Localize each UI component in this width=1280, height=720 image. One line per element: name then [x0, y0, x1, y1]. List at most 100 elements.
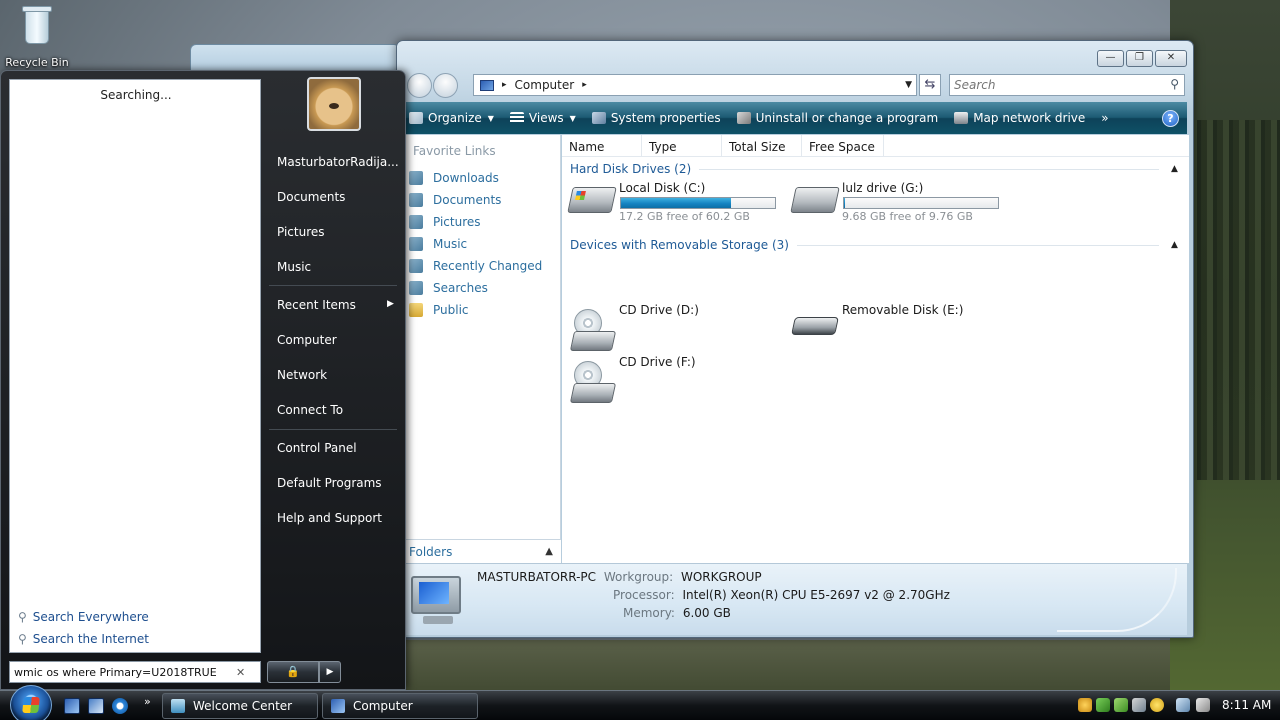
- group-removable-storage[interactable]: Devices with Removable Storage (3) ▲: [562, 235, 1189, 255]
- drive-item[interactable]: CD Drive (D:): [562, 301, 787, 351]
- start-item-control-panel[interactable]: Control Panel: [277, 441, 357, 455]
- recycle-bin-shortcut[interactable]: Recycle Bin: [4, 4, 70, 69]
- network-icon[interactable]: [1096, 698, 1110, 712]
- search-icon[interactable]: ⚲: [1170, 77, 1179, 91]
- organize-menu[interactable]: Organize ▼: [401, 102, 502, 134]
- drive-item[interactable]: lulz drive (G:) 9.68 GB free of 9.76 GB: [785, 179, 1010, 223]
- internet-explorer-icon[interactable]: [112, 698, 128, 714]
- show-desktop-icon[interactable]: [64, 698, 80, 714]
- minimize-button[interactable]: —: [1097, 50, 1124, 67]
- navigation-pane: Favorite Links Downloads Documents Pictu…: [401, 135, 561, 561]
- fav-link-documents[interactable]: Documents: [401, 189, 560, 211]
- start-item-help-support[interactable]: Help and Support: [277, 511, 382, 525]
- start-item-documents[interactable]: Documents: [277, 190, 345, 204]
- start-button[interactable]: [10, 685, 52, 720]
- start-item-recent-items[interactable]: Recent Items: [277, 298, 356, 312]
- device-icon[interactable]: [1132, 698, 1146, 712]
- views-menu[interactable]: Views ▼: [502, 102, 584, 134]
- column-type[interactable]: Type: [642, 135, 722, 156]
- close-button[interactable]: ✕: [1155, 50, 1187, 67]
- start-item-default-programs[interactable]: Default Programs: [277, 476, 382, 490]
- breadcrumb-arrow-icon[interactable]: ▸: [502, 80, 507, 90]
- taskbar-button-computer[interactable]: Computer: [322, 693, 478, 719]
- column-name[interactable]: Name: [562, 135, 642, 156]
- drive-free-space: 9.68 GB free of 9.76 GB: [842, 210, 973, 223]
- search-field[interactable]: ⚲: [949, 74, 1185, 96]
- chevron-up-icon[interactable]: ▲: [1171, 164, 1181, 174]
- search-everywhere-link[interactable]: ⚲ Search Everywhere: [18, 610, 149, 624]
- start-item-music[interactable]: Music: [277, 260, 311, 274]
- breadcrumb-computer[interactable]: Computer: [515, 78, 575, 92]
- chevron-up-icon[interactable]: ▲: [1171, 240, 1181, 250]
- group-title: Devices with Removable Storage (3): [570, 238, 789, 252]
- breadcrumb-arrow-icon[interactable]: ▸: [582, 80, 587, 90]
- chevron-up-icon: ▲: [545, 546, 553, 557]
- notification-icon[interactable]: [1150, 698, 1164, 712]
- menu-divider: [269, 285, 397, 286]
- fav-link-recently-changed[interactable]: Recently Changed: [401, 255, 560, 277]
- start-search-input[interactable]: [10, 662, 232, 682]
- drive-item[interactable]: CD Drive (F:): [562, 353, 787, 403]
- decorative-swoosh: [1057, 568, 1177, 632]
- group-hard-disk-drives[interactable]: Hard Disk Drives (2) ▲: [562, 159, 1189, 179]
- drive-usage-fill: [621, 198, 731, 208]
- help-icon[interactable]: ?: [1162, 109, 1179, 127]
- quicklaunch-more[interactable]: »: [144, 695, 151, 708]
- folders-toggle[interactable]: Folders ▲: [401, 539, 561, 563]
- fav-link-downloads[interactable]: Downloads: [401, 167, 560, 189]
- music-icon: [409, 237, 423, 251]
- start-item-user[interactable]: MasturbatorRadija...: [277, 155, 399, 169]
- start-search-box[interactable]: ✕: [9, 661, 261, 683]
- shield-icon[interactable]: [1078, 698, 1092, 712]
- fav-link-public[interactable]: Public: [401, 299, 560, 321]
- power-options-arrow[interactable]: ▶: [319, 661, 341, 683]
- user-avatar[interactable]: [307, 77, 361, 131]
- views-icon: [509, 112, 524, 124]
- start-item-pictures[interactable]: Pictures: [277, 225, 325, 239]
- drive-name: Local Disk (C:): [619, 181, 706, 195]
- fav-link-label: Downloads: [433, 171, 499, 185]
- drive-item[interactable]: Removable Disk (E:): [785, 301, 1010, 345]
- fav-link-searches[interactable]: Searches: [401, 277, 560, 299]
- maximize-button[interactable]: ❐: [1126, 50, 1153, 67]
- pictures-icon: [409, 215, 423, 229]
- folder-icon: [409, 303, 423, 317]
- more-commands-button[interactable]: »: [1093, 102, 1116, 134]
- switch-windows-icon[interactable]: [88, 698, 104, 714]
- search-status: Searching...: [100, 88, 172, 102]
- volume-muted-icon[interactable]: [1196, 698, 1210, 712]
- refresh-icon[interactable]: ⇆: [919, 74, 941, 96]
- security-icon[interactable]: [1114, 698, 1128, 712]
- desktop-tree-foliage: [1185, 120, 1280, 480]
- drive-name: lulz drive (G:): [842, 181, 924, 195]
- start-item-connect-to[interactable]: Connect To: [277, 403, 343, 417]
- column-free-space[interactable]: Free Space: [802, 135, 884, 156]
- clear-icon[interactable]: ✕: [236, 666, 245, 679]
- monitor-icon[interactable]: [1176, 698, 1190, 712]
- processor-label: Processor:: [613, 588, 675, 602]
- map-network-drive-button[interactable]: Map network drive: [946, 102, 1093, 134]
- forward-button[interactable]: [433, 73, 458, 98]
- address-bar[interactable]: ▸ Computer ▸ ▼: [473, 74, 917, 96]
- search-input[interactable]: [950, 75, 1150, 95]
- computer-icon: [331, 699, 345, 713]
- taskbar-button-welcome-center[interactable]: Welcome Center: [162, 693, 318, 719]
- organize-icon: [409, 112, 423, 124]
- drive-item[interactable]: Local Disk (C:) 17.2 GB free of 60.2 GB: [562, 179, 787, 223]
- search-internet-link[interactable]: ⚲ Search the Internet: [18, 632, 149, 646]
- fav-link-music[interactable]: Music: [401, 233, 560, 255]
- favorite-links-title: Favorite Links: [413, 144, 496, 158]
- downloads-icon: [409, 171, 423, 185]
- chevron-down-icon[interactable]: ▼: [905, 80, 912, 90]
- system-properties-button[interactable]: System properties: [584, 102, 729, 134]
- clock[interactable]: 8:11 AM: [1222, 698, 1271, 712]
- back-button[interactable]: [407, 73, 432, 98]
- fav-link-label: Searches: [433, 281, 488, 295]
- column-total-size[interactable]: Total Size: [722, 135, 802, 156]
- start-item-network[interactable]: Network: [277, 368, 327, 382]
- uninstall-program-label: Uninstall or change a program: [755, 111, 939, 125]
- fav-link-pictures[interactable]: Pictures: [401, 211, 560, 233]
- lock-button[interactable]: 🔒: [267, 661, 319, 683]
- start-item-computer[interactable]: Computer: [277, 333, 337, 347]
- uninstall-program-button[interactable]: Uninstall or change a program: [729, 102, 947, 134]
